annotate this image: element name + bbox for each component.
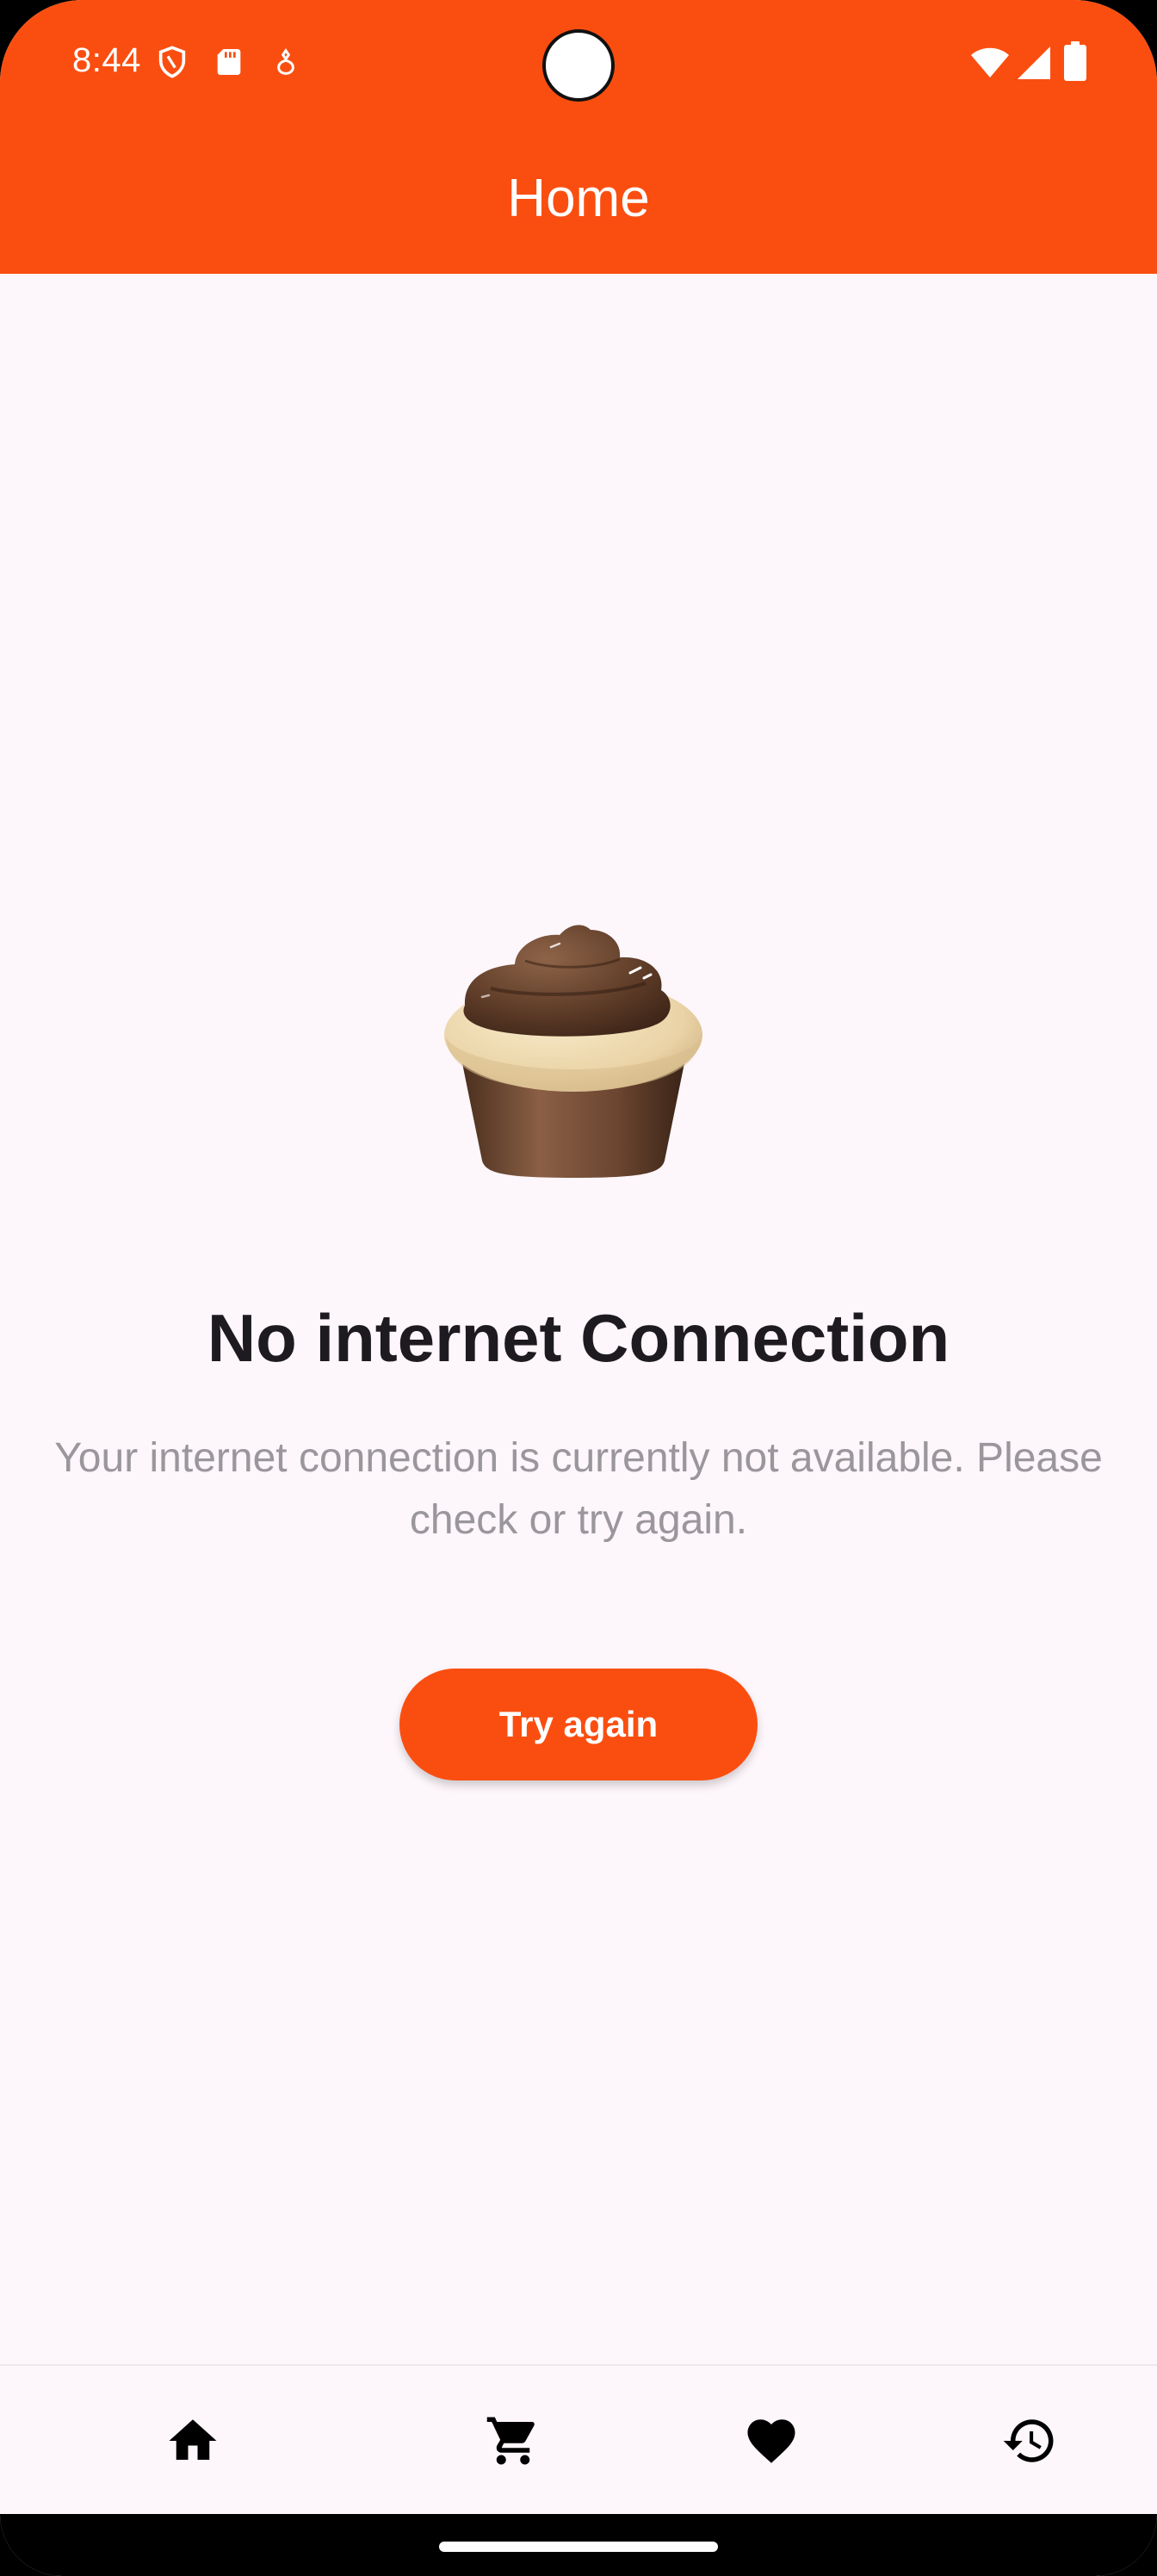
empty-state-title: No internet Connection [207, 1300, 950, 1376]
bottom-navigation [0, 2364, 1157, 2514]
notification-icon [269, 45, 303, 79]
nav-item-history[interactable] [944, 2366, 1116, 2516]
heart-icon [747, 2419, 795, 2463]
nav-item-cart[interactable] [427, 2366, 599, 2516]
empty-state-message: Your internet connection is currently no… [54, 1435, 1103, 1543]
shield-icon [155, 45, 189, 79]
main-content: No internet Connection Your internet con… [0, 274, 1157, 2364]
wifi-icon [969, 43, 1011, 81]
sd-card-icon [212, 45, 246, 79]
camera-cutout [542, 29, 615, 102]
home-icon [169, 2419, 217, 2460]
app-screen: 8:44 Home No internet Connection Your in… [0, 0, 1157, 2576]
cupcake-illustration [430, 887, 727, 1183]
status-time: 8:44 [72, 41, 141, 79]
page-title: Home [507, 169, 650, 228]
app-header: 8:44 Home [0, 0, 1157, 274]
status-bar: 8:44 [0, 0, 1157, 129]
home-gesture-handle[interactable] [439, 2542, 718, 2552]
cellular-signal-icon [1014, 43, 1052, 81]
try-again-button[interactable]: Try again [399, 1669, 758, 1780]
cart-icon [486, 2417, 535, 2465]
battery-icon [1064, 41, 1086, 81]
nav-item-home[interactable] [107, 2366, 279, 2516]
nav-item-favorites[interactable] [685, 2366, 857, 2516]
history-icon [1003, 2419, 1054, 2462]
